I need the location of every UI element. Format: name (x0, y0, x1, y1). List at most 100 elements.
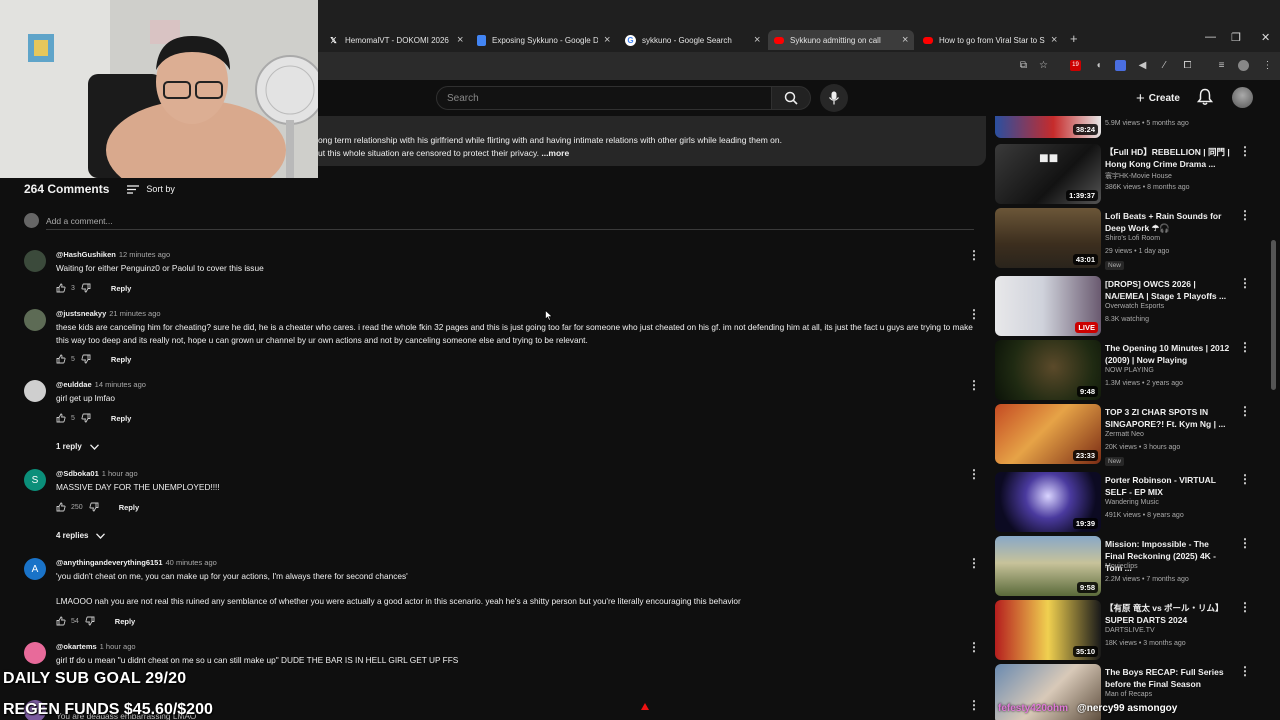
avatar[interactable] (24, 250, 46, 272)
dislike-icon[interactable] (89, 502, 99, 512)
comment-time[interactable]: 1 hour ago (102, 469, 138, 478)
recommended-video[interactable]: 19:39 Porter Robinson - VIRTUAL SELF - E… (995, 472, 1255, 532)
comment-time[interactable]: 21 minutes ago (109, 309, 160, 318)
like-icon[interactable] (56, 354, 66, 364)
extension-icon[interactable]: ◖ (1093, 60, 1104, 71)
comment-menu-icon[interactable]: ⋮ (968, 640, 980, 654)
comment-menu-icon[interactable]: ⋮ (968, 698, 980, 712)
avatar[interactable] (24, 380, 46, 402)
extension-icon[interactable]: ⁄ (1159, 60, 1170, 71)
comment-time[interactable]: 12 minutes ago (119, 250, 170, 259)
video-channel[interactable]: DARTSLIVE.TV (1105, 627, 1155, 634)
dislike-icon[interactable] (81, 413, 91, 423)
video-channel[interactable]: Shiro's Lofi Room (1105, 235, 1160, 242)
avatar[interactable] (24, 642, 46, 664)
comment-menu-icon[interactable]: ⋮ (968, 307, 980, 321)
minimize-button[interactable]: — (1205, 31, 1216, 43)
video-thumbnail[interactable]: 23:33 (995, 404, 1101, 464)
comment-menu-icon[interactable]: ⋮ (968, 378, 980, 392)
search-input[interactable]: Search (436, 86, 772, 110)
video-menu-icon[interactable]: ⋮ (1239, 472, 1251, 486)
view-replies-button[interactable]: 1 reply (56, 442, 99, 451)
view-replies-button[interactable]: 4 replies (56, 531, 106, 540)
video-channel[interactable]: Overwatch Esports (1105, 303, 1164, 310)
extensions-puzzle-icon[interactable]: ⧠ (1182, 60, 1193, 71)
video-channel[interactable]: 寰宇HK-Movie House (1105, 171, 1172, 181)
notifications-bell-icon[interactable] (1197, 88, 1213, 106)
avatar[interactable] (24, 309, 46, 331)
reply-button[interactable]: Reply (115, 617, 135, 626)
comment-author[interactable]: @Sdboka01 (56, 469, 99, 478)
video-channel[interactable]: Man of Recaps (1105, 691, 1152, 698)
video-thumbnail[interactable]: ■■ 1:39:37 (995, 144, 1101, 204)
recommended-video[interactable]: ■■ 1:39:37 【Full HD】REBELLION | 同門 | Hon… (995, 144, 1255, 204)
close-tab-icon[interactable]: × (604, 34, 610, 46)
video-title[interactable]: The Opening 10 Minutes | 2012 (2009) | N… (1105, 342, 1231, 366)
video-menu-icon[interactable]: ⋮ (1239, 664, 1251, 678)
video-description[interactable]: ong term relationship with his girlfrien… (318, 116, 986, 166)
like-icon[interactable] (56, 413, 66, 423)
tab-exposing-sykkuno[interactable]: Exposing Sykkuno - Google Docs × (477, 30, 617, 50)
dislike-icon[interactable] (81, 283, 91, 293)
like-icon[interactable] (56, 283, 66, 293)
video-thumbnail[interactable]: 38:24 (995, 116, 1101, 138)
video-thumbnail[interactable]: 9:58 (995, 536, 1101, 596)
video-title[interactable]: TOP 3 ZI CHAR SPOTS IN SINGAPORE?! Ft. K… (1105, 406, 1231, 430)
video-menu-icon[interactable]: ⋮ (1239, 340, 1251, 354)
reply-button[interactable]: Reply (111, 414, 131, 423)
close-tab-icon[interactable]: × (754, 34, 760, 46)
comment-menu-icon[interactable]: ⋮ (968, 556, 980, 570)
video-title[interactable]: 【Full HD】REBELLION | 同門 | Hong Kong Crim… (1105, 146, 1231, 170)
video-thumbnail[interactable]: LIVE (995, 276, 1101, 336)
avatar[interactable]: S (24, 469, 46, 491)
close-tab-icon[interactable]: × (902, 34, 908, 46)
extension-notification-icon[interactable]: 19 (1070, 60, 1081, 71)
close-tab-icon[interactable]: × (1051, 34, 1057, 46)
comment-author[interactable]: @HashGushiken (56, 250, 116, 259)
video-thumbnail[interactable]: 9:48 (995, 340, 1101, 400)
reply-button[interactable]: Reply (119, 503, 139, 512)
video-title[interactable]: Lofi Beats + Rain Sounds for Deep Work ☂… (1105, 210, 1231, 234)
dislike-icon[interactable] (85, 616, 95, 626)
video-channel[interactable]: Zermatt Neo (1105, 431, 1144, 438)
comment-time[interactable]: 40 minutes ago (166, 558, 217, 567)
comment-author[interactable]: @anythingandeverything6151 (56, 558, 163, 567)
video-title[interactable]: [DROPS] OWCS 2026 | NA/EMEA | Stage 1 Pl… (1105, 278, 1231, 302)
sort-by-button[interactable]: Sort by (127, 184, 175, 194)
page-scrollbar[interactable] (1271, 240, 1276, 390)
comment-menu-icon[interactable]: ⋮ (968, 467, 980, 481)
video-channel[interactable]: Wandering Music (1105, 499, 1159, 506)
video-channel[interactable]: NOW PLAYING (1105, 367, 1154, 374)
tab-sykkuno-admitting[interactable]: Sykkuno admitting on call × (768, 30, 914, 50)
like-icon[interactable] (56, 616, 66, 626)
recommended-video[interactable]: LIVE [DROPS] OWCS 2026 | NA/EMEA | Stage… (995, 276, 1255, 336)
comment-author[interactable]: @justsneakyy (56, 309, 106, 318)
video-title[interactable]: The Boys RECAP: Full Series before the F… (1105, 666, 1231, 690)
comment-time[interactable]: 14 minutes ago (95, 380, 146, 389)
voice-search-button[interactable] (820, 84, 848, 112)
tab-hemomalvt[interactable]: 𝕏 HemomalVT - DOKOMI 2026 × (328, 30, 468, 50)
comment-author[interactable]: @eulddae (56, 380, 92, 389)
media-icon[interactable]: ≡ (1216, 60, 1227, 71)
video-thumbnail[interactable]: 35:10 (995, 600, 1101, 660)
add-comment-input[interactable]: Add a comment... (46, 216, 113, 226)
comment-menu-icon[interactable]: ⋮ (968, 248, 980, 262)
avatar[interactable]: A (24, 558, 46, 580)
video-menu-icon[interactable]: ⋮ (1239, 276, 1251, 290)
video-thumbnail[interactable]: 19:39 (995, 472, 1101, 532)
create-button[interactable]: + Create (1128, 87, 1188, 109)
recommended-video[interactable]: 43:01 Lofi Beats + Rain Sounds for Deep … (995, 208, 1255, 270)
recommended-video[interactable]: 9:48 The Opening 10 Minutes | 2012 (2009… (995, 340, 1255, 400)
tab-google-search[interactable]: G sykkuno - Google Search × (625, 30, 765, 50)
cast-icon[interactable]: ⧉ (1018, 60, 1029, 71)
video-menu-icon[interactable]: ⋮ (1239, 536, 1251, 550)
video-menu-icon[interactable]: ⋮ (1239, 404, 1251, 418)
dislike-icon[interactable] (81, 354, 91, 364)
restore-button[interactable]: ❐ (1231, 31, 1241, 44)
bookmark-star-icon[interactable]: ☆ (1038, 60, 1049, 71)
reply-button[interactable]: Reply (111, 355, 131, 364)
profile-icon[interactable] (1238, 60, 1249, 71)
tab-viral-star[interactable]: How to go from Viral Star to Se × (923, 30, 1063, 50)
add-comment-row[interactable]: Add a comment... (24, 213, 113, 228)
video-thumbnail[interactable]: 43:01 (995, 208, 1101, 268)
